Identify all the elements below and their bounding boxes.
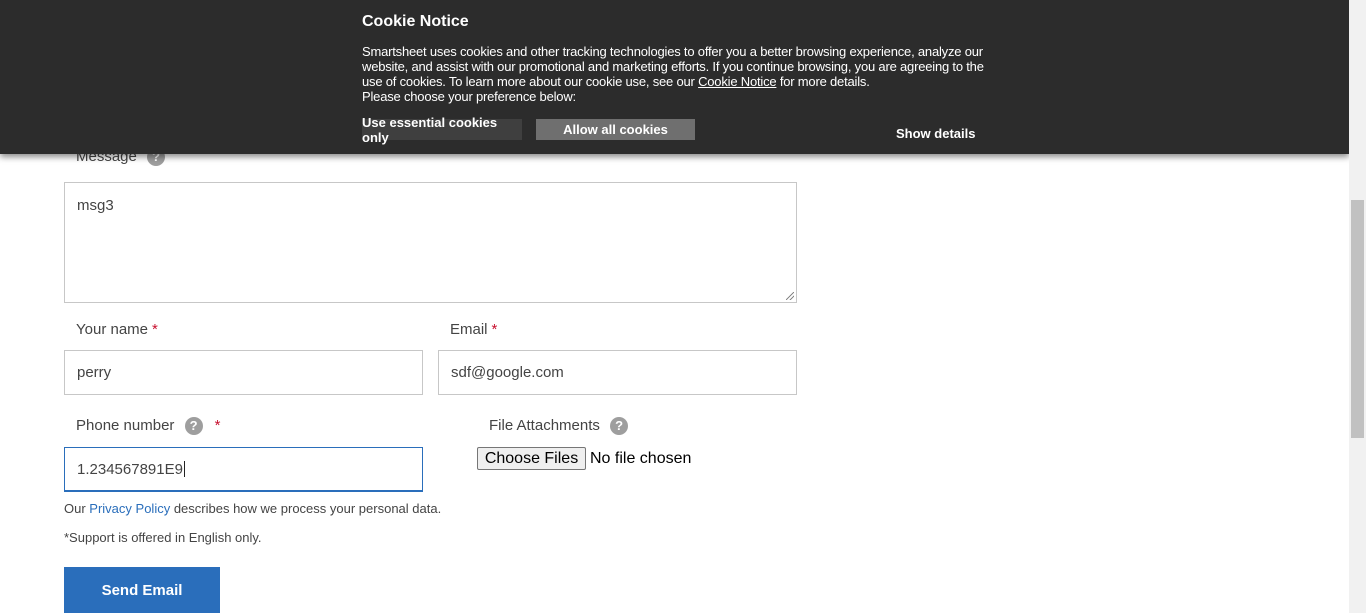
email-label-text: Email bbox=[450, 321, 488, 338]
cookie-text: Smartsheet uses cookies and other tracki… bbox=[362, 44, 1002, 104]
privacy-text-after: describes how we process your personal d… bbox=[170, 501, 442, 516]
cookie-preference-prompt: Please choose your preference below: bbox=[362, 89, 576, 104]
cookie-title: Cookie Notice bbox=[362, 13, 469, 30]
support-note: *Support is offered in English only. bbox=[64, 530, 262, 545]
required-marker: * bbox=[491, 321, 498, 338]
attachments-label-text: File Attachments bbox=[489, 417, 600, 434]
page-scrollbar[interactable] bbox=[1349, 0, 1366, 613]
privacy-policy-link[interactable]: Privacy Policy bbox=[89, 501, 170, 516]
email-value: sdf@google.com bbox=[451, 364, 564, 381]
phone-label: Phone number ? * bbox=[76, 417, 221, 436]
cookie-banner: Cookie Notice Smartsheet uses cookies an… bbox=[0, 0, 1349, 154]
name-value: perry bbox=[77, 364, 112, 381]
cookie-notice-link[interactable]: Cookie Notice bbox=[698, 74, 777, 89]
file-status: No file chosen bbox=[590, 450, 692, 467]
choose-files-button[interactable]: Choose Files bbox=[477, 447, 586, 470]
name-label: Your name * bbox=[76, 321, 158, 338]
allow-all-cookies-button[interactable]: Allow all cookies bbox=[536, 119, 695, 140]
essential-cookies-button[interactable]: Use essential cookies only bbox=[362, 115, 522, 145]
send-email-button[interactable]: Send Email bbox=[64, 567, 220, 613]
privacy-text-before: Our bbox=[64, 501, 90, 516]
attachments-label: File Attachments ? bbox=[489, 417, 629, 436]
phone-label-text: Phone number bbox=[76, 417, 175, 434]
message-textarea[interactable]: msg3 bbox=[64, 182, 797, 303]
privacy-note: Our Privacy Policy describes how we proc… bbox=[64, 501, 441, 516]
phone-value: 1.234567891E9 bbox=[77, 460, 183, 478]
cookie-text-after: for more details. bbox=[776, 74, 870, 89]
message-value: msg3 bbox=[77, 197, 114, 214]
required-marker: * bbox=[152, 321, 158, 338]
phone-field[interactable]: 1.234567891E9 bbox=[64, 447, 423, 492]
email-field[interactable]: sdf@google.com bbox=[438, 350, 797, 395]
text-caret bbox=[183, 461, 185, 477]
required-marker: * bbox=[214, 417, 221, 434]
name-label-text: Your name bbox=[76, 321, 148, 338]
help-icon[interactable]: ? bbox=[184, 417, 203, 436]
email-label: Email * bbox=[450, 321, 497, 338]
resize-handle-icon[interactable] bbox=[786, 292, 794, 300]
show-details-link[interactable]: Show details bbox=[896, 126, 975, 141]
help-icon[interactable]: ? bbox=[610, 417, 629, 436]
name-field[interactable]: perry bbox=[64, 350, 423, 395]
cookie-text-body: Smartsheet uses cookies and other tracki… bbox=[362, 44, 984, 89]
scrollbar-thumb[interactable] bbox=[1351, 200, 1364, 438]
